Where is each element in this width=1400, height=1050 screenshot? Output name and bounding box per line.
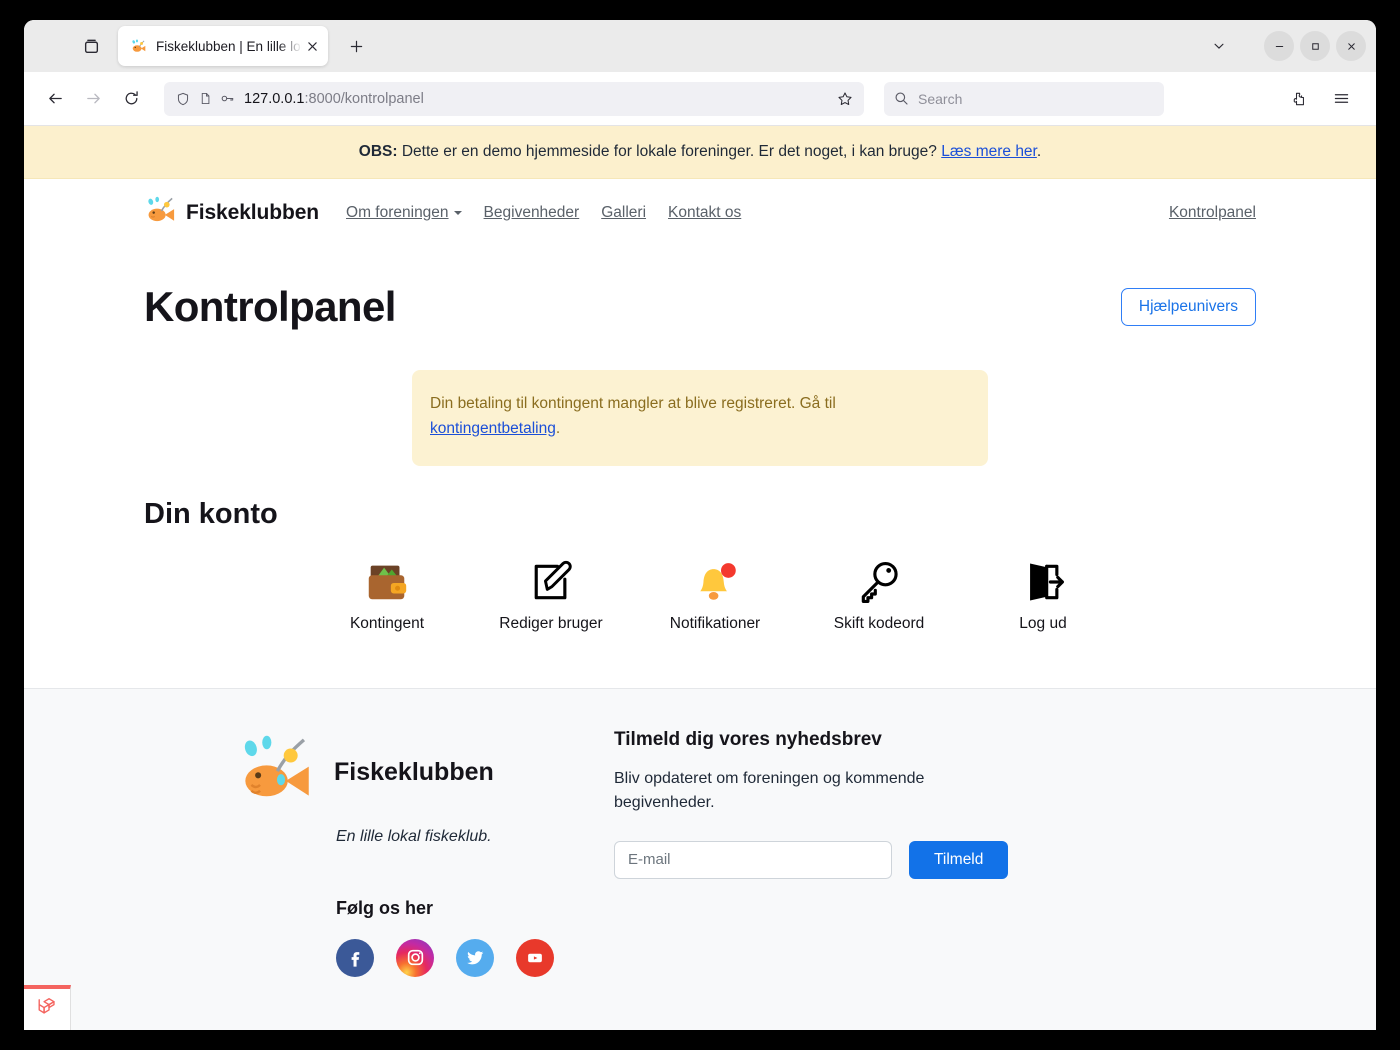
youtube-icon[interactable] [516,938,554,977]
url-bar[interactable]: 127.0.0.1:8000/kontrolpanel [164,81,864,116]
fish-logo-icon [144,194,177,232]
site-footer: Fiskeklubben En lille lokal fiskeklub. F… [24,687,1376,1030]
footer-brand-block: Fiskeklubben En lille lokal fiskeklub. F… [144,729,614,977]
hamburger-menu-icon[interactable] [1324,82,1358,116]
nav-item-begivenheder[interactable]: Begivenheder [484,204,580,222]
account-action-label: Notifikationer [669,614,761,632]
account-action-log-ud[interactable]: Log ud [987,553,1099,633]
payment-alert: Din betaling til kontingent mangler at b… [412,370,988,466]
bell-with-badge-icon [690,553,740,611]
account-action-label: Skift kodeord [833,614,925,632]
shield-icon [172,88,194,110]
nav-right: Kontrolpanel [1169,204,1256,222]
maximize-button[interactable] [1300,31,1330,61]
key-icon [855,553,903,611]
browser-navigation-bar: 127.0.0.1:8000/kontrolpanel Search [24,72,1376,126]
main-content: Kontrolpanel Hjælpeunivers Din betaling … [144,283,1256,633]
main-navigation: Om foreningen Begivenheder Galleri Konta… [346,204,741,222]
account-action-skift-kodeord[interactable]: Skift kodeord [823,553,935,633]
account-action-label: Rediger bruger [499,614,603,632]
minimize-button[interactable] [1264,31,1294,61]
account-action-notifikationer[interactable]: Notifikationer [659,553,771,633]
newsletter-submit-button[interactable]: Tilmeld [909,840,1009,879]
newsletter-description: Bliv opdateret om foreningen og kommende… [614,769,925,811]
page-viewport: OBS: Dette er en demo hjemmeside for lok… [24,126,1376,1030]
browser-tab-title: Fiskeklubben | En lille lok [156,38,302,54]
help-universe-button[interactable]: Hjælpeunivers [1120,288,1256,326]
url-text: 127.0.0.1:8000/kontrolpanel [244,90,424,107]
tab-list-icon[interactable] [74,29,108,63]
newsletter-title: Tilmeld dig vores nyhedsbrev [614,728,882,750]
newsletter-form: Tilmeld [614,840,1256,879]
close-window-button[interactable] [1336,31,1366,61]
demo-banner-text: Dette er en demo hjemmeside for lokale f… [397,143,942,160]
star-icon[interactable] [834,88,856,110]
fish-favicon [130,38,147,55]
laravel-debugbar-toggle[interactable] [24,985,71,1030]
chevron-down-icon[interactable] [1202,29,1236,63]
page-icon [194,88,216,110]
wallet-icon [362,553,412,611]
browser-window: Fiskeklubben | En lille lok 127.0.0.1:80… [24,20,1376,1030]
nav-item-galleri[interactable]: Galleri [601,204,646,222]
demo-banner-period: . [1036,143,1042,160]
demo-banner-link[interactable]: Læs mere her [941,143,1037,160]
key-icon [216,88,238,110]
navbar-right-actions [1282,82,1362,116]
footer-brand-name: Fiskeklubben [334,757,494,786]
account-action-rediger-bruger[interactable]: Rediger bruger [495,553,607,633]
search-placeholder: Search [918,90,963,107]
payment-alert-period: . [555,419,561,437]
account-action-label: Log ud [1019,614,1067,632]
memo-pencil-icon [527,553,575,611]
browser-tab[interactable]: Fiskeklubben | En lille lok [118,26,328,66]
footer-tagline: En lille lokal fiskeklub. [336,827,492,845]
twitter-icon[interactable] [456,938,494,977]
brand-name: Fiskeklubben [186,201,320,224]
page-title: Kontrolpanel [144,283,396,330]
chevron-down-icon [453,210,462,215]
reload-icon[interactable] [114,82,148,116]
browser-tab-strip: Fiskeklubben | En lille lok [24,20,1376,72]
account-action-label: Kontingent [349,614,425,632]
site-brand[interactable]: Fiskeklubben [144,194,319,232]
arrow-left-icon[interactable] [38,82,72,116]
extensions-icon[interactable] [1282,82,1316,116]
footer-top: Fiskeklubben En lille lokal fiskeklub. F… [144,729,1256,977]
payment-alert-link[interactable]: kontingentbetaling [430,420,556,437]
logout-door-icon [1019,553,1067,611]
footer-brand-row: Fiskeklubben [234,729,614,816]
nav-item-om-foreningen[interactable]: Om foreningen [346,204,462,222]
laravel-icon [36,996,58,1023]
search-icon [895,92,908,105]
search-bar[interactable]: Search [884,81,1164,116]
demo-banner-bold: OBS: [358,143,398,160]
payment-alert-text: Din betaling til kontingent mangler at b… [430,395,836,412]
demo-banner: OBS: Dette er en demo hjemmeside for lok… [24,126,1376,179]
instagram-icon[interactable] [396,938,434,977]
site-header: Fiskeklubben Om foreningen Begivenheder … [144,179,1256,247]
follow-us-title: Følg os her [336,897,434,918]
email-input[interactable] [614,840,892,879]
close-icon[interactable] [302,36,322,56]
fish-logo-icon [234,729,316,816]
nav-item-kontrolpanel[interactable]: Kontrolpanel [1169,204,1256,221]
facebook-icon[interactable] [336,938,374,977]
window-controls [1202,29,1370,63]
social-links [336,938,614,977]
newsletter-block: Tilmeld dig vores nyhedsbrev Bliv opdate… [614,729,1256,977]
account-section-title: Din konto [144,497,278,530]
arrow-right-icon [76,82,110,116]
account-actions: Kontingent Rediger bruger Notifikationer… [144,553,1256,633]
new-tab-button[interactable] [340,30,372,62]
account-action-kontingent[interactable]: Kontingent [331,553,443,633]
page-header-row: Kontrolpanel Hjælpeunivers [144,283,1256,331]
nav-item-kontakt-os[interactable]: Kontakt os [668,204,741,222]
